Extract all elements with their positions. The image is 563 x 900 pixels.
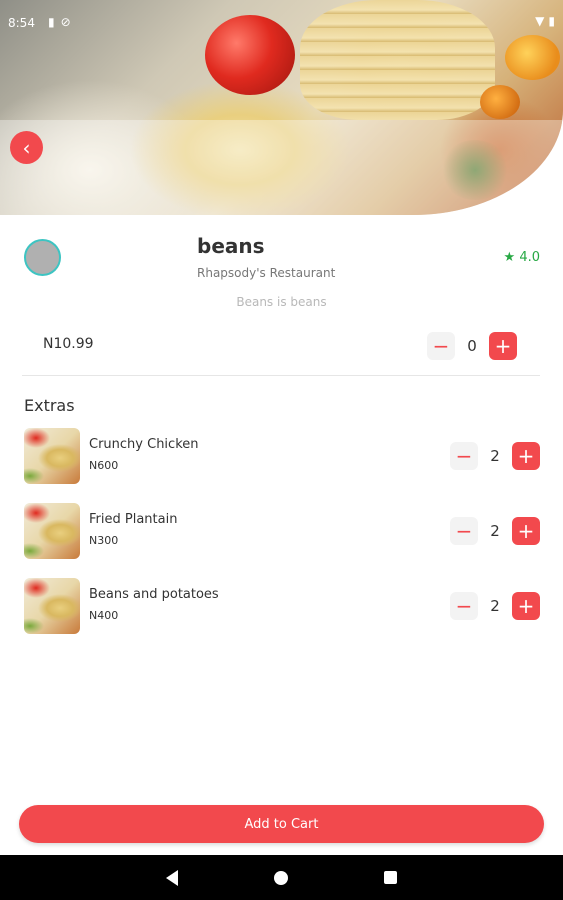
decrease-extra-button[interactable]: − [450,517,478,545]
chevron-left-icon: ‹ [22,135,31,160]
extra-thumbnail [24,578,80,634]
increase-extra-button[interactable]: + [512,442,540,470]
increase-extra-button[interactable]: + [512,517,540,545]
wifi-icon: ▼ [535,14,545,28]
status-time: 8:54 [8,16,35,30]
item-title: beans [197,234,265,258]
extra-item: Beans and potatoes N400 − 2 + [24,578,540,634]
minus-icon: − [455,519,473,543]
plus-icon: + [517,519,535,543]
nav-back-icon[interactable] [166,869,178,886]
minus-icon: − [455,444,473,468]
extra-price: N300 [89,534,119,547]
nav-home-icon[interactable] [274,870,288,885]
hero-overlay [0,120,563,215]
system-navigation-bar [0,855,563,900]
extra-quantity: 2 [490,447,500,465]
extra-quantity: 2 [490,597,500,615]
item-description: Beans is beans [236,295,327,309]
extra-name: Fried Plantain [89,512,178,527]
battery-icon: ▮ [548,14,555,28]
divider [22,375,540,376]
extra-price: N600 [89,459,119,472]
extra-thumbnail [24,503,80,559]
extra-item: Fried Plantain N300 − 2 + [24,503,540,559]
extra-quantity-stepper: − 2 + [450,517,540,545]
status-bar: 8:54 ▮ ⊘ ▼ ▮ [0,0,563,45]
restaurant-name: Rhapsody's Restaurant [197,266,336,280]
increase-quantity-button[interactable]: + [489,332,517,360]
decrease-extra-button[interactable]: − [450,442,478,470]
increase-extra-button[interactable]: + [512,592,540,620]
back-button[interactable]: ‹ [10,131,43,164]
extra-name: Crunchy Chicken [89,437,199,452]
status-icons-right: ▼ ▮ [535,14,555,28]
decrease-quantity-button[interactable]: − [427,332,455,360]
plus-icon: + [494,334,512,358]
no-sim-icon: ⊘ [60,15,71,29]
plus-icon: + [517,594,535,618]
extra-name: Beans and potatoes [89,587,219,602]
minus-icon: − [432,334,450,358]
extra-quantity: 2 [490,522,500,540]
item-quantity-stepper: − 0 + [427,332,517,360]
add-to-cart-button[interactable]: Add to Cart [19,805,544,843]
item-price: N10.99 [43,336,94,352]
extra-thumbnail [24,428,80,484]
extra-quantity-stepper: − 2 + [450,442,540,470]
extra-price: N400 [89,609,119,622]
plus-icon: + [517,444,535,468]
nav-recents-icon[interactable] [384,871,397,884]
extra-quantity-stepper: − 2 + [450,592,540,620]
restaurant-avatar [24,239,61,276]
extras-heading: Extras [24,396,75,415]
sd-card-icon: ▮ [48,15,55,29]
minus-icon: − [455,594,473,618]
item-rating: ★ 4.0 [503,250,540,265]
hero-vegetable [480,85,520,119]
status-icons-left: ▮ ⊘ [48,15,71,29]
extra-item: Crunchy Chicken N600 − 2 + [24,428,540,484]
decrease-extra-button[interactable]: − [450,592,478,620]
item-quantity: 0 [467,337,477,355]
